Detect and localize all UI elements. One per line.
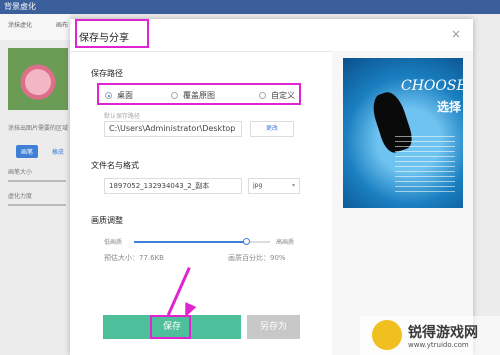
quality-slider-handle[interactable] <box>242 238 250 245</box>
quality-slider-fill <box>134 241 246 243</box>
format-value: jpg <box>253 182 263 189</box>
quality-percent: 画质百分比：90% <box>228 254 286 262</box>
title-highlight-box <box>75 19 149 48</box>
close-icon[interactable]: × <box>451 27 461 41</box>
watermark-logo-icon <box>372 320 402 350</box>
radio-unselected-icon <box>259 92 266 99</box>
estimated-size: 预估大小：77.6KB <box>104 254 164 262</box>
save-path-field[interactable]: C:\Users\Administrator\Desktop <box>104 121 242 137</box>
brush-button[interactable]: 画笔 <box>16 145 39 158</box>
radio-selected-icon <box>105 92 112 99</box>
default-path-label: 默认保存路径 <box>104 113 141 120</box>
save-path-options: 桌面 覆盖原图 自定义 <box>97 83 301 105</box>
brush-size-slider[interactable] <box>8 180 66 182</box>
blur-strength-label: 虚化力度 <box>8 193 33 200</box>
chevron-down-icon: ▾ <box>291 182 295 189</box>
radio-desktop[interactable]: 桌面 <box>105 90 133 101</box>
change-path-button[interactable]: 更改 <box>250 121 294 137</box>
radio-unselected-icon <box>171 92 178 99</box>
watermark-name: 锐得游戏网 <box>408 325 478 341</box>
flower-thumbnail <box>8 48 68 110</box>
photo-caption: 涂抹出图片需要的区域 <box>8 125 69 132</box>
save-highlight-box <box>150 315 191 339</box>
tab-canvas[interactable]: 画布 <box>56 20 68 29</box>
radio-custom-label: 自定义 <box>271 91 295 100</box>
file-name-format-label: 文件名与格式 <box>91 161 139 170</box>
radio-custom[interactable]: 自定义 <box>259 90 295 101</box>
app-titlebar: 背景虚化 <box>0 0 500 14</box>
preview-text-lines <box>395 136 455 196</box>
brush-size-label: 画笔大小 <box>8 169 33 176</box>
file-name-field[interactable]: 1897052_132934043_2_副本 <box>104 178 242 194</box>
radio-overwrite-label: 覆盖原图 <box>183 91 215 100</box>
format-select[interactable]: jpg ▾ <box>248 178 300 194</box>
preview-image: CHOOSE 选择 <box>343 58 463 208</box>
quality-low-label: 低画质 <box>104 239 123 246</box>
eraser-button[interactable]: 橡皮 <box>52 147 64 156</box>
blur-strength-slider[interactable] <box>8 204 66 206</box>
quality-high-label: 高画质 <box>276 239 295 246</box>
quality-label: 画质调整 <box>91 216 123 225</box>
preview-cn-text: 选择 <box>437 100 462 114</box>
save-path-label: 保存路径 <box>91 69 123 78</box>
radio-overwrite[interactable]: 覆盖原图 <box>171 90 215 101</box>
save-share-dialog: 保存与分享 × 保存路径 桌面 覆盖原图 自定义 默认保存路径 C:\Users… <box>70 19 473 355</box>
app-title: 背景虚化 <box>4 2 36 11</box>
radio-desktop-label: 桌面 <box>117 91 133 100</box>
save-as-button[interactable]: 另存为 <box>247 315 300 339</box>
tab-smear-blur[interactable]: 涂抹虚化 <box>8 20 32 29</box>
preview-big-text: CHOOSE <box>401 78 463 94</box>
watermark-url: www.ytruido.com <box>408 341 469 349</box>
